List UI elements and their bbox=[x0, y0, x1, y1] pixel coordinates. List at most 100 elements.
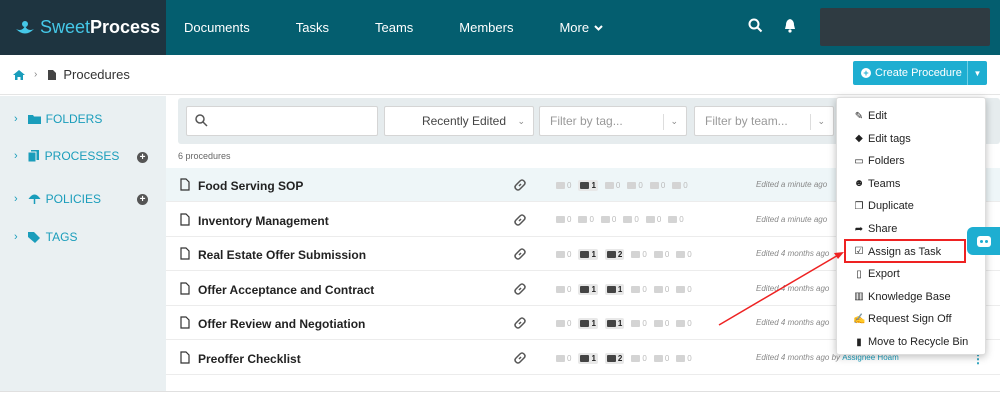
menu-item-edit-tags[interactable]: ◆ Edit tags bbox=[853, 133, 911, 145]
sidebar-item-label: POLICIES bbox=[45, 192, 102, 206]
users-icon bbox=[580, 285, 590, 293]
team-filter-placeholder: Filter by team... bbox=[705, 114, 788, 128]
stat-steps-icon: 2 bbox=[604, 249, 625, 260]
procedure-title[interactable]: Preoffer Checklist bbox=[198, 352, 301, 366]
menu-item-label: Teams bbox=[868, 177, 901, 190]
search-input[interactable] bbox=[186, 106, 378, 136]
stat-steps-icon: 2 bbox=[604, 352, 625, 364]
sidebar-item-policies[interactable]: › POLICIES bbox=[14, 192, 101, 206]
stat-value: 0 bbox=[687, 250, 692, 259]
procedure-title[interactable]: Offer Review and Negotiation bbox=[198, 317, 365, 331]
stat-value: 0 bbox=[664, 250, 670, 259]
menu-item-move-to-recycle-bin[interactable]: ▮ Move to Recycle Bin bbox=[853, 336, 968, 348]
caret-down-icon[interactable]: ▼ bbox=[967, 61, 987, 85]
sidebar-item-folders[interactable]: › FOLDERS bbox=[14, 112, 102, 126]
signature-icon: ✍ bbox=[853, 313, 866, 325]
procedure-stats: 0 0 0 0 0 0 bbox=[556, 215, 684, 224]
stat-diamond-icon: 0 bbox=[623, 215, 639, 224]
procedure-title[interactable]: Food Serving SOP bbox=[198, 179, 303, 193]
stat-value: 0 bbox=[567, 214, 572, 224]
tag-icon bbox=[556, 251, 565, 258]
create-procedure-button[interactable]: + Create Procedure ▼ bbox=[853, 61, 987, 85]
breadcrumb-current[interactable]: Procedures bbox=[63, 67, 129, 82]
folder-icon bbox=[676, 285, 686, 293]
menu-item-share[interactable]: ➦ Share bbox=[853, 223, 898, 235]
tag-icon: ◆ bbox=[855, 133, 863, 145]
tags-icon bbox=[27, 231, 40, 243]
create-procedure-label: Create Procedure bbox=[875, 67, 962, 79]
link-icon[interactable] bbox=[513, 213, 527, 227]
document-icon bbox=[180, 316, 190, 329]
tag-icon bbox=[556, 354, 565, 362]
umbrella-icon bbox=[28, 194, 41, 204]
procedure-title[interactable]: Real Estate Offer Submission bbox=[198, 248, 366, 262]
folder-icon: ▭ bbox=[854, 155, 864, 167]
stat-value: 0 bbox=[664, 284, 670, 294]
highlight-box bbox=[844, 239, 966, 263]
procedure-title[interactable]: Offer Acceptance and Contract bbox=[198, 283, 374, 297]
link-icon[interactable] bbox=[513, 282, 527, 296]
stat-value: 0 bbox=[687, 284, 692, 294]
steps-icon bbox=[606, 354, 616, 362]
nav-more-label: More bbox=[559, 20, 590, 35]
link-icon[interactable] bbox=[513, 247, 527, 261]
chat-bot-button[interactable] bbox=[967, 227, 1000, 255]
stat-value: 0 bbox=[679, 214, 684, 224]
home-icon[interactable] bbox=[12, 69, 26, 81]
stat-users-icon: 1 bbox=[578, 283, 598, 295]
nav-tasks[interactable]: Tasks bbox=[296, 20, 329, 35]
tag-filter[interactable]: Filter by tag... ⌄ bbox=[539, 106, 687, 136]
sidebar-item-label: PROCESSES bbox=[44, 149, 120, 163]
stat-value: 0 bbox=[642, 319, 647, 328]
steps-icon bbox=[606, 285, 616, 293]
menu-item-label: Edit tags bbox=[868, 132, 911, 145]
stat-tag-icon: 0 bbox=[556, 285, 571, 294]
nav-more[interactable]: More bbox=[559, 20, 603, 35]
nav-documents[interactable]: Documents bbox=[184, 20, 250, 35]
brand-logo[interactable]: Sweet Process bbox=[0, 0, 166, 55]
menu-item-label: Folders bbox=[868, 155, 905, 168]
stat-policy-icon: 0 bbox=[653, 284, 670, 294]
menu-item-request-sign-off[interactable]: ✍ Request Sign Off bbox=[853, 313, 952, 325]
procedure-title[interactable]: Inventory Management bbox=[198, 214, 329, 228]
user-menu[interactable] bbox=[820, 8, 990, 46]
stat-value: 0 bbox=[687, 353, 692, 363]
menu-item-label: Request Sign Off bbox=[868, 313, 952, 326]
nav-teams[interactable]: Teams bbox=[375, 20, 413, 35]
link-icon[interactable] bbox=[513, 178, 527, 192]
menu-item-edit[interactable]: ✎ Edit bbox=[853, 110, 887, 122]
sidebar-item-tags[interactable]: › TAGS bbox=[14, 230, 77, 244]
users-icon bbox=[580, 251, 590, 258]
chevron-right-icon: › bbox=[34, 69, 38, 80]
breadcrumb: › Procedures bbox=[0, 55, 1000, 95]
sort-select[interactable]: Recently Edited ⌄ bbox=[384, 106, 534, 136]
trash-icon: ▮ bbox=[856, 336, 862, 348]
menu-item-duplicate[interactable]: ❐ Duplicate bbox=[853, 200, 914, 212]
stat-value: 0 bbox=[567, 319, 572, 328]
tag-icon bbox=[556, 285, 565, 293]
team-filter[interactable]: Filter by team... ⌄ bbox=[694, 106, 834, 136]
sidebar-item-processes[interactable]: › PROCESSES bbox=[14, 149, 119, 163]
stat-value: 1 bbox=[591, 353, 596, 363]
procedure-stats: 0 1 2 0 0 0 bbox=[556, 352, 692, 364]
steps-icon bbox=[606, 251, 616, 258]
search-icon[interactable] bbox=[748, 18, 763, 33]
tag-icon bbox=[556, 182, 565, 189]
stat-folder-icon: 0 bbox=[668, 214, 684, 224]
menu-item-teams[interactable]: ☻ Teams bbox=[853, 177, 901, 190]
menu-item-knowledge-base[interactable]: ▥ Knowledge Base bbox=[853, 291, 950, 303]
add-process-icon[interactable]: + bbox=[137, 152, 148, 163]
stat-value: 0 bbox=[589, 214, 594, 224]
bell-icon[interactable] bbox=[783, 18, 797, 33]
menu-item-export[interactable]: ▯ Export bbox=[853, 268, 900, 280]
link-icon[interactable] bbox=[513, 351, 527, 365]
menu-item-folders[interactable]: ▭ Folders bbox=[853, 155, 905, 168]
add-policy-icon[interactable]: + bbox=[137, 194, 148, 205]
stat-value: 1 bbox=[617, 319, 623, 328]
stat-value: 0 bbox=[567, 353, 572, 363]
policy-icon bbox=[653, 251, 663, 258]
share-icon: ➦ bbox=[854, 223, 864, 235]
nav-members[interactable]: Members bbox=[459, 20, 513, 35]
stat-value: 0 bbox=[656, 214, 662, 224]
link-icon[interactable] bbox=[513, 316, 527, 330]
